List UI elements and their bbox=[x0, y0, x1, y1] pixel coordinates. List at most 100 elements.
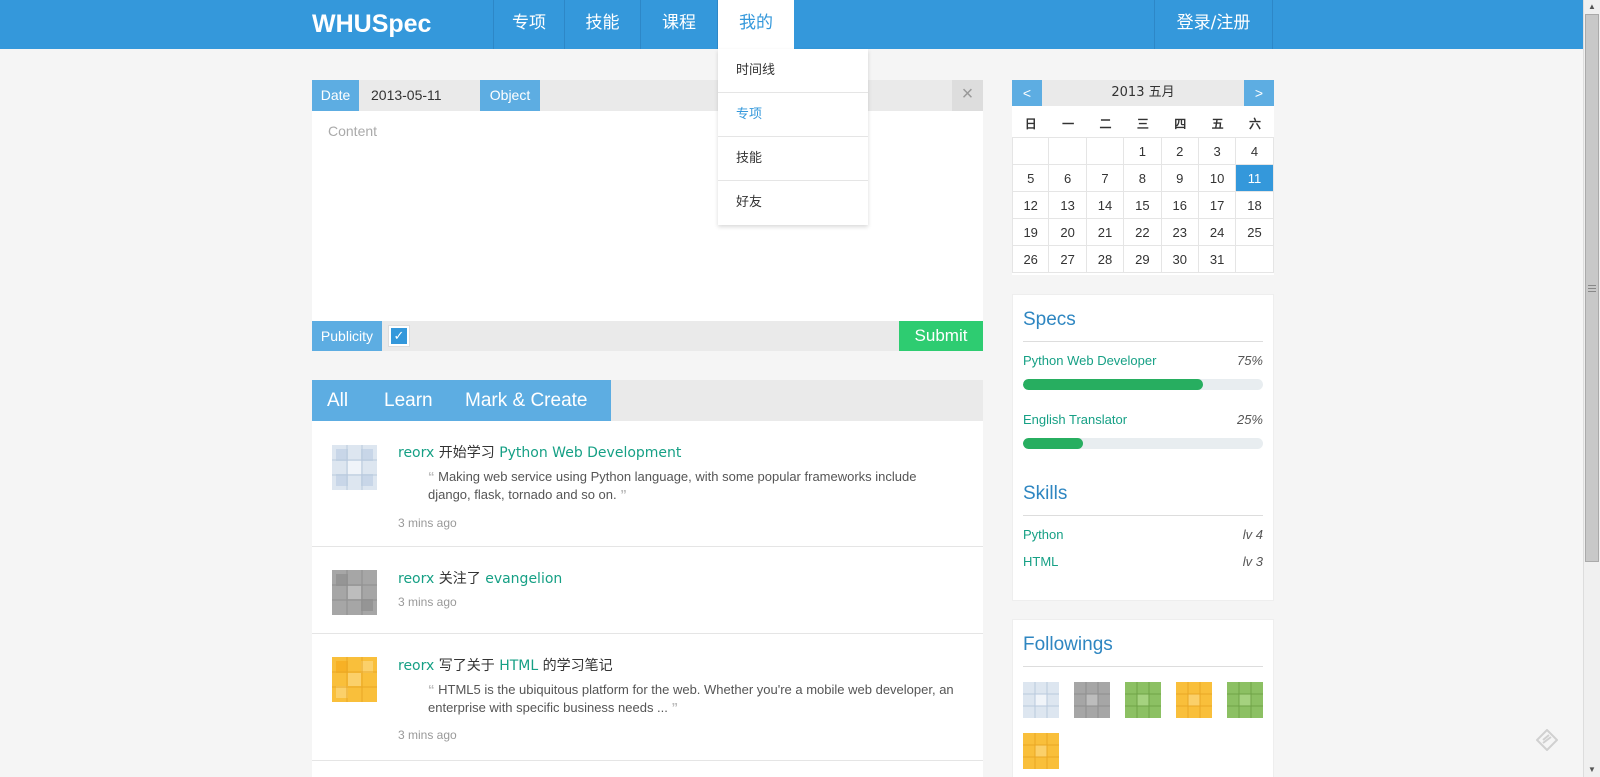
calendar-day[interactable]: 5 bbox=[1012, 165, 1050, 192]
grip-line bbox=[1588, 288, 1596, 289]
calendar-empty-cell bbox=[1236, 246, 1274, 273]
calendar-day[interactable]: 15 bbox=[1124, 192, 1162, 219]
calendar-day[interactable]: 16 bbox=[1161, 192, 1199, 219]
calendar-day[interactable]: 10 bbox=[1198, 165, 1237, 192]
login-register-link[interactable]: 登录/注册 bbox=[1154, 0, 1273, 49]
calendar-day[interactable]: 14 bbox=[1086, 192, 1125, 219]
calendar-day[interactable]: 9 bbox=[1161, 165, 1199, 192]
date-input[interactable]: 2013-05-11 bbox=[371, 80, 442, 111]
calendar-widget: < 2013 五月 > 日一二三四五六 1 2 3 4 5 6 7 8 9 10 11 12 13 14 15… bbox=[1012, 80, 1274, 275]
user-avatar[interactable] bbox=[332, 445, 377, 490]
calendar-day[interactable]: 13 bbox=[1049, 192, 1087, 219]
calendar-day[interactable]: 21 bbox=[1086, 219, 1125, 246]
calendar-empty-cell bbox=[1049, 138, 1087, 165]
calendar-prev-button[interactable]: < bbox=[1012, 80, 1042, 106]
calendar-day[interactable]: 26 bbox=[1012, 246, 1050, 273]
nav-item-skills[interactable]: 技能 bbox=[565, 0, 641, 49]
action-text: 关注了 bbox=[434, 571, 486, 587]
weekday-label: 三 bbox=[1124, 111, 1162, 138]
activity-feed: All Learn Mark & Create reorx 开始学习 Pytho… bbox=[312, 380, 983, 777]
user-link[interactable]: reorx bbox=[398, 445, 434, 461]
content-textarea[interactable]: Content bbox=[312, 111, 983, 321]
calendar-day[interactable]: 17 bbox=[1198, 192, 1237, 219]
spec-progress-bar bbox=[1023, 438, 1263, 449]
scroll-down-arrow-icon[interactable]: ▼ bbox=[1584, 763, 1600, 777]
suffix-text: 的学习笔记 bbox=[538, 658, 613, 674]
calendar-empty-cell bbox=[1012, 138, 1050, 165]
quote-text: Making web service using Python language… bbox=[428, 469, 917, 502]
following-avatar[interactable] bbox=[1023, 733, 1059, 769]
scroll-up-arrow-icon[interactable]: ▲ bbox=[1584, 0, 1600, 14]
feedback-icon[interactable] bbox=[1536, 729, 1558, 751]
calendar-day[interactable]: 30 bbox=[1161, 246, 1199, 273]
calendar-day[interactable]: 29 bbox=[1124, 246, 1162, 273]
calendar-day[interactable]: 4 bbox=[1236, 138, 1274, 165]
calendar-day[interactable]: 3 bbox=[1198, 138, 1237, 165]
vertical-scrollbar[interactable]: ▲ ▼ bbox=[1583, 0, 1600, 777]
calendar-day[interactable]: 2 bbox=[1161, 138, 1199, 165]
skill-name[interactable]: Python bbox=[1023, 527, 1063, 542]
tab-learn[interactable]: Learn bbox=[384, 380, 433, 421]
spec-name[interactable]: English Translator bbox=[1023, 412, 1127, 427]
dropdown-item-skills[interactable]: 技能 bbox=[718, 137, 868, 181]
calendar-day[interactable]: 24 bbox=[1198, 219, 1237, 246]
dropdown-item-timeline[interactable]: 时间线 bbox=[718, 49, 868, 93]
publicity-checkbox[interactable]: ✓ bbox=[388, 325, 410, 347]
scroll-thumb[interactable] bbox=[1585, 14, 1599, 562]
calendar-day[interactable]: 31 bbox=[1198, 246, 1237, 273]
calendar-day[interactable]: 7 bbox=[1086, 165, 1125, 192]
spec-name[interactable]: Python Web Developer bbox=[1023, 353, 1156, 368]
nav-item-specs[interactable]: 专项 bbox=[493, 0, 565, 49]
calendar-day[interactable]: 23 bbox=[1161, 219, 1199, 246]
user-link[interactable]: reorx bbox=[398, 571, 434, 587]
weekday-label: 一 bbox=[1049, 111, 1087, 138]
calendar-day[interactable]: 27 bbox=[1049, 246, 1087, 273]
object-button[interactable]: Object bbox=[480, 80, 540, 111]
target-link[interactable]: evangelion bbox=[485, 571, 562, 587]
calendar-day[interactable]: 11 bbox=[1236, 165, 1274, 192]
calendar-next-button[interactable]: > bbox=[1244, 80, 1274, 106]
feed-item-headline: reorx 关注了 evangelion bbox=[398, 568, 562, 588]
calendar-day[interactable]: 22 bbox=[1124, 219, 1162, 246]
skill-name[interactable]: HTML bbox=[1023, 554, 1058, 569]
dropdown-item-friends[interactable]: 好友 bbox=[718, 181, 868, 225]
calendar-day[interactable]: 8 bbox=[1124, 165, 1162, 192]
calendar-day[interactable]: 28 bbox=[1086, 246, 1125, 273]
calendar-week-row: 5 6 7 8 9 10 11 bbox=[1012, 165, 1274, 192]
brand-logo[interactable]: WHUSpec bbox=[312, 10, 431, 39]
nav-item-mine[interactable]: 我的 bbox=[718, 0, 794, 49]
target-link[interactable]: HTML bbox=[499, 658, 538, 674]
calendar-day[interactable]: 6 bbox=[1049, 165, 1087, 192]
grip-line bbox=[1588, 285, 1596, 286]
feed-item: reorx 开始学习 Python Web Development “ Maki… bbox=[312, 421, 983, 547]
post-form-header: Date 2013-05-11 Object × bbox=[312, 80, 983, 111]
following-avatar[interactable] bbox=[1176, 682, 1212, 718]
following-avatar[interactable] bbox=[1227, 682, 1263, 718]
calendar-day[interactable]: 19 bbox=[1012, 219, 1050, 246]
close-quote-icon: ” bbox=[671, 700, 679, 715]
calendar-day[interactable]: 25 bbox=[1236, 219, 1274, 246]
target-link[interactable]: Python Web Development bbox=[499, 445, 681, 461]
quote-text: HTML5 is the ubiquitous platform for the… bbox=[428, 682, 954, 715]
following-avatar[interactable] bbox=[1023, 682, 1059, 718]
feed-item-quote: “ Making web service using Python langua… bbox=[428, 468, 958, 504]
user-avatar[interactable] bbox=[332, 657, 377, 702]
following-avatar[interactable] bbox=[1125, 682, 1161, 718]
close-icon[interactable]: × bbox=[952, 80, 983, 111]
timestamp: 3 mins ago bbox=[398, 595, 457, 609]
user-link[interactable]: reorx bbox=[398, 658, 434, 674]
calendar-day[interactable]: 18 bbox=[1236, 192, 1274, 219]
calendar-day[interactable]: 20 bbox=[1049, 219, 1087, 246]
tab-all[interactable]: All bbox=[327, 380, 348, 421]
dropdown-item-specs[interactable]: 专项 bbox=[718, 93, 868, 137]
calendar-day[interactable]: 1 bbox=[1124, 138, 1162, 165]
submit-button[interactable]: Submit bbox=[899, 321, 983, 351]
tab-mark-create[interactable]: Mark & Create bbox=[465, 380, 587, 421]
action-text: 写了关于 bbox=[434, 658, 500, 674]
user-avatar[interactable] bbox=[332, 570, 377, 615]
feed-item: reorx 关注了 evangelion 3 mins ago bbox=[312, 547, 983, 634]
following-avatar[interactable] bbox=[1074, 682, 1110, 718]
nav-item-courses[interactable]: 课程 bbox=[641, 0, 718, 49]
calendar-day[interactable]: 12 bbox=[1012, 192, 1050, 219]
open-quote-icon: “ bbox=[428, 682, 435, 697]
